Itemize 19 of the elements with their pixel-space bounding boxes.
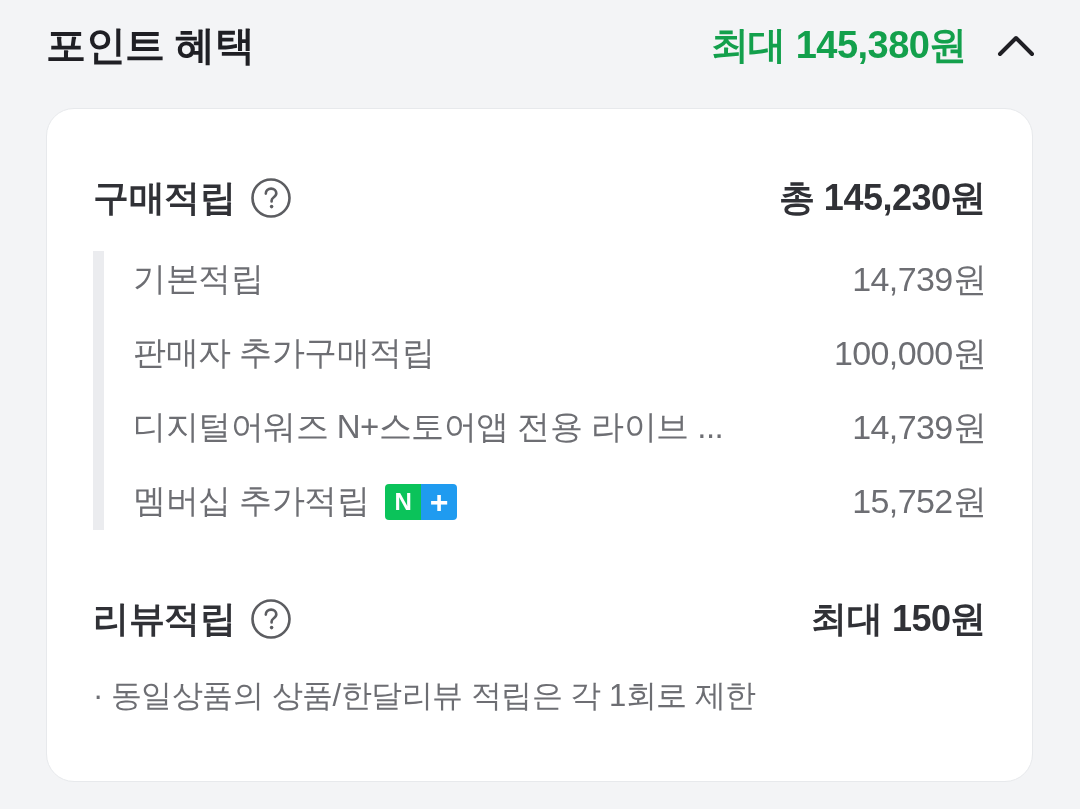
page-title: 포인트 혜택 bbox=[46, 21, 255, 69]
section-title: 구매적립 bbox=[93, 175, 235, 220]
note-text: · 동일상품의 상품/한달리뷰 적립은 각 1회로 제한 bbox=[93, 677, 757, 715]
help-icon[interactable] bbox=[251, 178, 291, 218]
item-amount: 100,000원 bbox=[833, 332, 986, 374]
item-amount: 15,752원 bbox=[852, 480, 986, 522]
section-total: 최대 150원 bbox=[811, 596, 986, 641]
item-amount: 14,739원 bbox=[852, 406, 986, 448]
membership-logo: N + bbox=[385, 483, 458, 520]
section-title: 리뷰적립 bbox=[93, 596, 235, 641]
item-amount: 14,739원 bbox=[852, 258, 986, 300]
item-label: 멤버십 추가적립 bbox=[133, 481, 370, 521]
item-label: 판매자 추가구매적립 bbox=[133, 333, 435, 373]
section-total: 총 145,230원 bbox=[778, 175, 986, 220]
chevron-up-icon[interactable] bbox=[997, 33, 1035, 57]
item-label: 기본적립 bbox=[133, 259, 263, 299]
max-points-text: 최대 145,380원 bbox=[710, 22, 967, 68]
help-icon[interactable] bbox=[251, 599, 291, 639]
item-label: 디지털어워즈 N+스토어앱 전용 라이브 ... bbox=[133, 407, 724, 447]
